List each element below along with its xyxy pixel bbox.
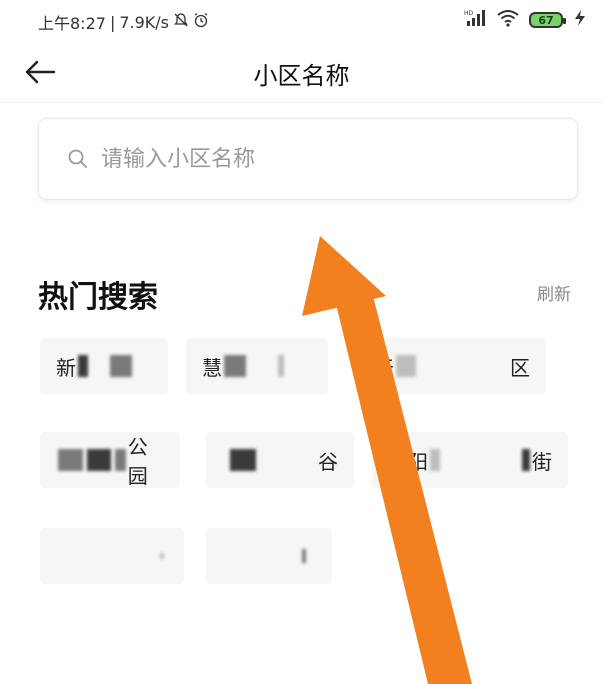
- redacted-block: [114, 449, 126, 471]
- status-right: HD 67: [463, 9, 587, 31]
- redacted-block: [224, 355, 246, 377]
- redacted-block: [58, 449, 84, 471]
- charging-icon: [573, 9, 587, 31]
- hot-tag[interactable]: 朝阳 街: [372, 432, 568, 488]
- hot-tag-text: 朝阳: [388, 449, 428, 474]
- page-title: 小区名称: [253, 62, 350, 90]
- hot-tag-text: 公园: [127, 435, 148, 488]
- redacted-block: [302, 549, 306, 563]
- network-speed: 7.9K/s: [119, 12, 169, 32]
- redacted-block: [230, 449, 256, 471]
- signal-icon: HD: [463, 9, 487, 31]
- hot-tag[interactable]: [206, 528, 332, 584]
- hot-tag[interactable]: 谷: [206, 432, 354, 488]
- redacted-block: [522, 449, 530, 471]
- hot-tag-text: 慧: [202, 355, 222, 380]
- redacted-block: [78, 355, 88, 377]
- hot-tag[interactable]: [40, 528, 184, 584]
- battery-icon: 67: [529, 12, 566, 28]
- redacted-block: [160, 553, 164, 559]
- redacted-block: [430, 449, 440, 471]
- battery-level: 67: [538, 13, 554, 27]
- status-left: 上午8:27 | 7.9K/s: [38, 10, 209, 34]
- hot-tag-text: 新: [56, 355, 76, 380]
- hot-tag[interactable]: 公园: [40, 432, 180, 488]
- hot-tag-text-end: 街: [532, 449, 552, 474]
- annotation-arrow-head: [302, 236, 386, 316]
- status-bar: 上午8:27 | 7.9K/s HD 67: [0, 0, 603, 40]
- search-icon: [68, 149, 87, 168]
- hot-search-title: 热门搜索: [38, 280, 158, 315]
- search-input[interactable]: [99, 145, 543, 173]
- wifi-icon: [497, 9, 519, 31]
- redacted-block: [278, 355, 284, 377]
- hot-tag-text-end: 区: [510, 355, 530, 380]
- hot-tag[interactable]: 天 区: [358, 338, 546, 394]
- redacted-block: [110, 355, 132, 377]
- nav-bar: 小区名称: [0, 42, 603, 103]
- redacted-block: [87, 449, 111, 471]
- alarm-icon: [193, 12, 209, 32]
- hot-tag-text: 天: [374, 355, 394, 380]
- hot-tag[interactable]: 新: [40, 338, 168, 394]
- svg-text:HD: HD: [464, 10, 474, 17]
- hot-tag-text: 谷: [318, 449, 338, 474]
- hot-tag[interactable]: 慧: [186, 338, 328, 394]
- refresh-button[interactable]: 刷新: [537, 280, 571, 305]
- search-box[interactable]: [38, 118, 578, 200]
- status-separator: |: [109, 12, 116, 32]
- redacted-block: [396, 355, 416, 377]
- status-time: 上午8:27: [38, 14, 106, 33]
- mute-icon: [173, 12, 189, 32]
